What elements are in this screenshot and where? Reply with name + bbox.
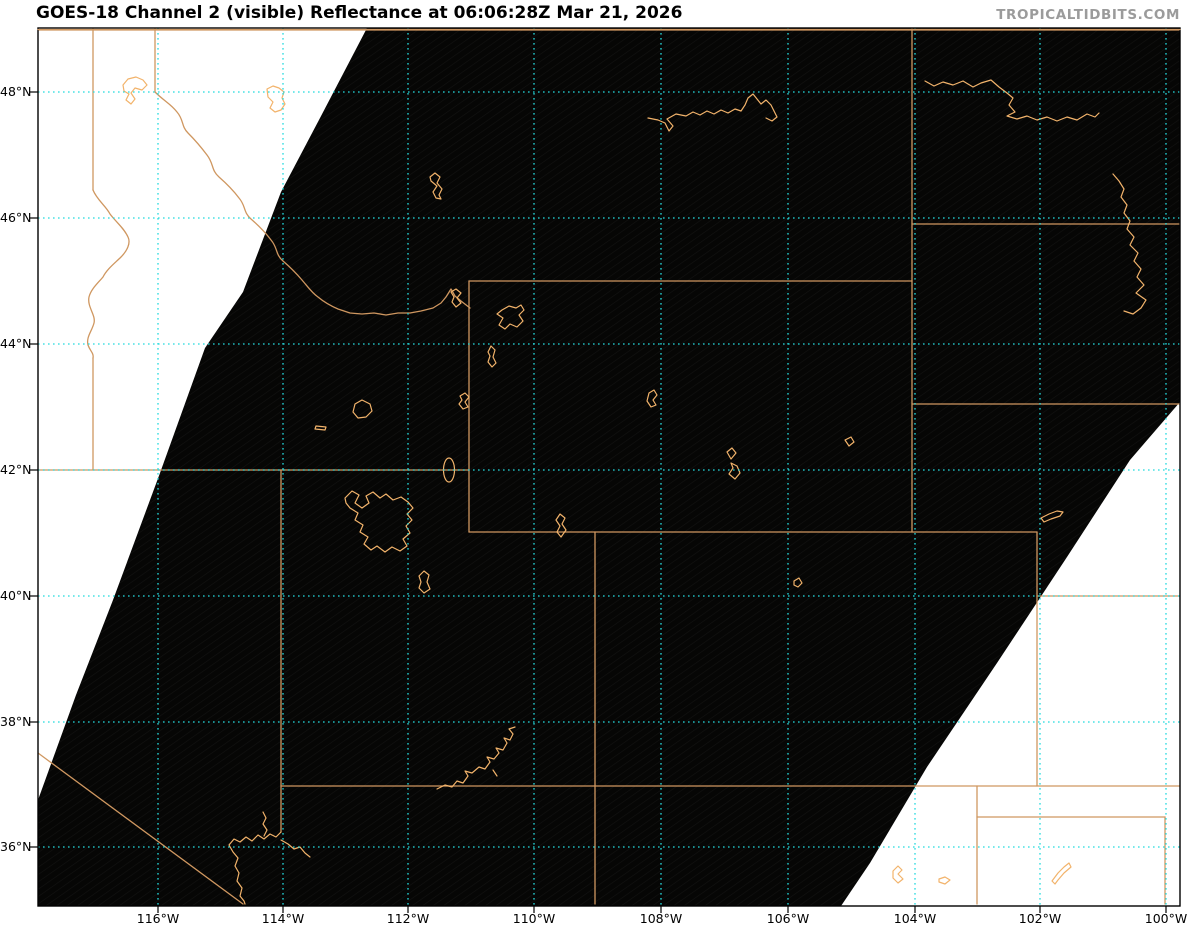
- axis-label-40°N: 40°N: [0, 588, 32, 603]
- axis-label-38°N: 38°N: [0, 714, 32, 729]
- axis-label-116°W: 116°W: [136, 911, 180, 926]
- border-snake-river-id-or: [86, 189, 130, 359]
- satellite-map-figure: { "header": { "title": "GOES-18 Channel …: [0, 0, 1200, 929]
- axis-label-42°N: 42°N: [0, 462, 32, 477]
- axis-label-106°W: 106°W: [766, 911, 810, 926]
- axis-label-36°N: 36°N: [0, 839, 32, 854]
- lake-pend-oreille: [122, 76, 148, 105]
- map-plot-area: [30, 27, 1181, 913]
- axis-label-44°N: 44°N: [0, 336, 32, 351]
- conchas-lake: [892, 865, 904, 884]
- axis-label-100°W: 100°W: [1144, 911, 1188, 926]
- axis-label-46°N: 46°N: [0, 210, 32, 225]
- axis-label-110°W: 110°W: [512, 911, 556, 926]
- axis-label-112°W: 112°W: [386, 911, 430, 926]
- lake-meredith: [1051, 862, 1072, 885]
- axis-label-48°N: 48°N: [0, 84, 32, 99]
- axis-label-102°W: 102°W: [1018, 911, 1062, 926]
- ute-reservoir: [938, 876, 951, 885]
- axis-label-108°W: 108°W: [639, 911, 683, 926]
- flathead-lake: [266, 85, 286, 113]
- axis-label-114°W: 114°W: [261, 911, 305, 926]
- axis-label-104°W: 104°W: [893, 911, 937, 926]
